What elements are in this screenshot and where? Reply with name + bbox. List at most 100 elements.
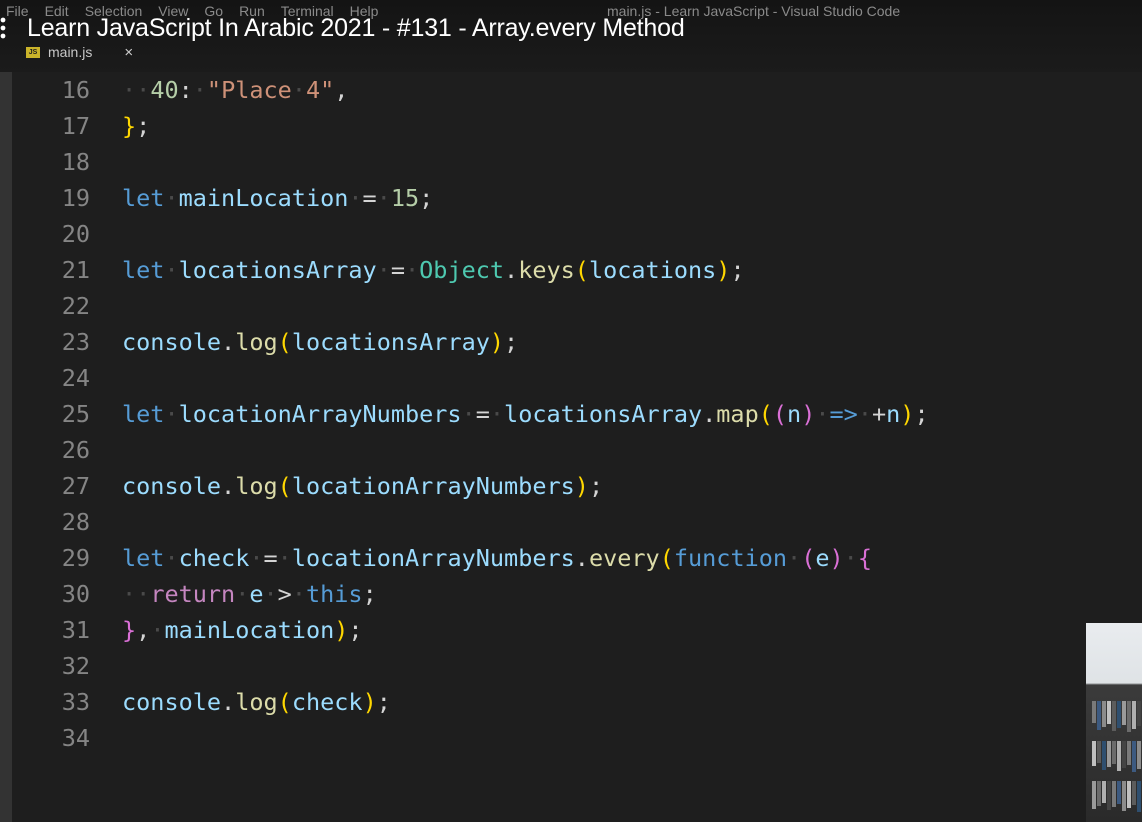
- code-text: ··return·e·>·this;: [122, 576, 377, 612]
- code-token: .: [221, 688, 236, 716]
- code-line[interactable]: 18: [0, 144, 1100, 180]
- line-number: 24: [61, 364, 90, 392]
- code-text: let·check·=·locationArrayNumbers.every(f…: [122, 540, 872, 576]
- code-token: ·: [164, 544, 179, 572]
- code-line[interactable]: 23 console.log(locationsArray);: [0, 324, 1100, 360]
- code-token: ·: [291, 76, 306, 104]
- code-line[interactable]: 17};: [0, 108, 1100, 144]
- book-shape: [1092, 781, 1096, 809]
- code-token: =: [390, 256, 405, 284]
- code-token: ,: [334, 76, 349, 104]
- code-line[interactable]: 28: [0, 504, 1100, 540]
- code-line[interactable]: 20: [0, 216, 1100, 252]
- code-line[interactable]: 24: [0, 360, 1100, 396]
- code-token: this: [305, 580, 363, 608]
- code-line[interactable]: 34: [0, 720, 1100, 756]
- code-token: ·: [857, 400, 872, 428]
- book-shape: [1122, 701, 1126, 725]
- book-shape: [1092, 701, 1096, 723]
- code-token: ): [574, 472, 589, 500]
- code-token: locationsArray: [504, 400, 703, 428]
- code-token: ): [716, 256, 731, 284]
- code-text: console.log(check);: [122, 684, 391, 720]
- code-token: 4": [305, 76, 335, 104]
- code-token: ·: [376, 256, 391, 284]
- code-token: Object: [419, 256, 505, 284]
- code-token: +: [871, 400, 887, 428]
- code-token: >: [277, 580, 292, 608]
- code-line[interactable]: 29 let·check·=·locationArrayNumbers.every…: [0, 540, 1100, 576]
- line-number: 25: [61, 400, 90, 428]
- code-token: ,: [136, 616, 151, 644]
- bookshelf-image: [1086, 693, 1142, 822]
- code-token: ;: [419, 184, 434, 212]
- code-token: ·: [263, 580, 278, 608]
- code-line[interactable]: 31},·mainLocation);: [0, 612, 1100, 648]
- code-line[interactable]: 33 console.log(check);: [0, 684, 1100, 720]
- code-token: ;: [348, 616, 363, 644]
- code-token: locationArrayNumbers: [291, 472, 575, 500]
- book-shape: [1127, 741, 1131, 765]
- code-token: (: [772, 400, 788, 428]
- video-title[interactable]: Learn JavaScript In Arabic 2021 - #131 -…: [27, 14, 685, 43]
- line-number: 23: [61, 328, 90, 356]
- code-token: ·: [815, 400, 830, 428]
- book-shape: [1112, 701, 1116, 731]
- code-token: locationsArray: [291, 328, 490, 356]
- code-token: ;: [730, 256, 745, 284]
- code-token: ;: [914, 400, 929, 428]
- code-token: n: [787, 400, 802, 428]
- code-token: ·: [136, 580, 151, 608]
- code-line[interactable]: 21 let·locationsArray·=·Object.keys(locat…: [0, 252, 1100, 288]
- code-token: .: [702, 400, 717, 428]
- javascript-file-icon: JS: [26, 46, 40, 58]
- line-number: 21: [61, 256, 90, 284]
- code-text: },·mainLocation);: [122, 612, 363, 648]
- code-token: ·: [164, 256, 179, 284]
- code-token: ·: [249, 544, 264, 572]
- code-line[interactable]: 30 ··return·e·>·this;: [0, 576, 1100, 612]
- tab-main-js[interactable]: JS main.js ×: [18, 42, 133, 62]
- code-token: ·: [136, 76, 151, 104]
- code-token: e: [249, 580, 264, 608]
- code-token: return: [150, 580, 236, 608]
- code-text: };: [122, 108, 150, 144]
- code-token: console: [122, 472, 222, 500]
- code-line[interactable]: 16 ··40:·"Place·4",: [0, 72, 1100, 108]
- code-token: map: [716, 400, 759, 428]
- code-token: let: [122, 256, 165, 284]
- code-token: ·: [122, 76, 137, 104]
- code-line[interactable]: 26: [0, 432, 1100, 468]
- code-token: {: [857, 544, 872, 572]
- book-shape: [1107, 781, 1111, 810]
- more-vertical-icon[interactable]: [0, 14, 12, 42]
- code-token: n: [886, 400, 901, 428]
- code-token: locationArrayNumbers: [291, 544, 575, 572]
- line-number: 26: [61, 436, 90, 464]
- book-shape: [1097, 741, 1101, 763]
- webcam-thumbnail: [1086, 623, 1142, 822]
- close-icon[interactable]: ×: [124, 44, 133, 61]
- code-token: ): [801, 400, 816, 428]
- book-shape: [1112, 781, 1116, 807]
- book-shape: [1122, 741, 1126, 768]
- code-token: =>: [829, 400, 858, 428]
- code-line[interactable]: 27 console.log(locationArrayNumbers);: [0, 468, 1100, 504]
- code-token: log: [235, 328, 278, 356]
- book-shape: [1112, 741, 1116, 764]
- code-text: console.log(locationsArray);: [122, 324, 518, 360]
- book-shape: [1127, 781, 1131, 808]
- book-shape: [1117, 701, 1121, 728]
- code-line[interactable]: 19 let·mainLocation·=·15;: [0, 180, 1100, 216]
- line-number: 20: [61, 220, 90, 248]
- code-token: check: [178, 544, 250, 572]
- code-line[interactable]: 25 let·locationArrayNumbers·=·locationsAr…: [0, 396, 1100, 432]
- code-token: ·: [291, 580, 306, 608]
- code-token: (: [801, 544, 816, 572]
- code-editor[interactable]: 16 ··40:·"Place·4", 17}; 18 19 let·mainLocati…: [0, 72, 1142, 822]
- book-shape: [1097, 701, 1101, 730]
- code-token: ·: [405, 256, 420, 284]
- code-line[interactable]: 32: [0, 648, 1100, 684]
- code-line[interactable]: 22: [0, 288, 1100, 324]
- book-shape: [1137, 741, 1141, 769]
